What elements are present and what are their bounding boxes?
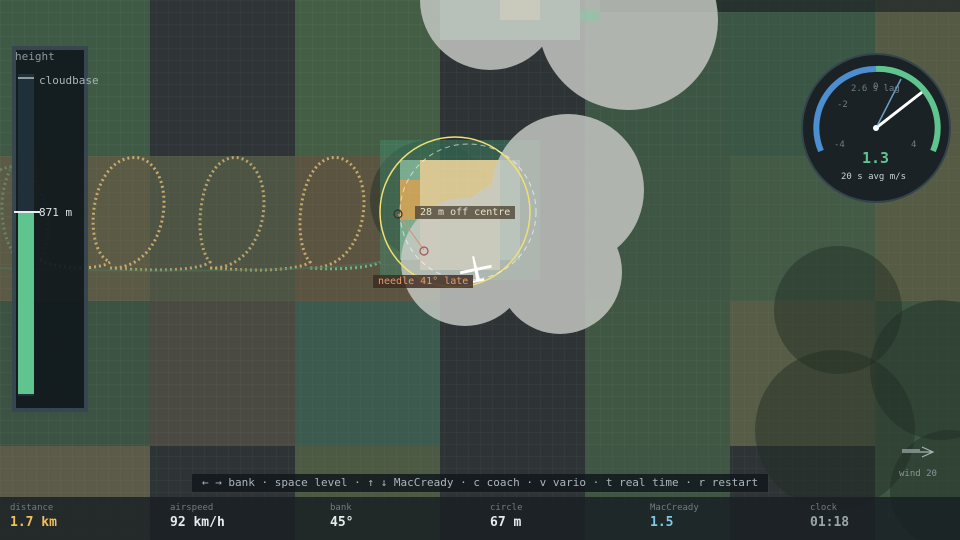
height-value: 871 m	[39, 206, 73, 219]
vario-value: 1.3	[862, 149, 889, 167]
stat-value: 92 km/h	[170, 515, 225, 530]
stat-label: circle	[490, 503, 523, 513]
vario-tick-minus2: -2	[837, 100, 848, 110]
controls-hint: ← → bank · space level · ↑ ↓ MacCready ·…	[192, 474, 768, 492]
height-bar-fill	[18, 212, 34, 394]
status-bar: distance 1.7 km airspeed 92 km/h bank 45…	[0, 497, 960, 540]
variometer-gauge: 0 -2 -4 4 2.6 s lag 1.3 20 s avg m/s	[801, 53, 951, 203]
vario-tick-plus4: 4	[911, 140, 916, 150]
stat-label: clock	[810, 503, 838, 513]
stat-value: 1.5	[650, 515, 674, 530]
vario-avg: 20 s avg m/s	[841, 172, 906, 182]
stat-distance: distance 1.7 km	[10, 503, 57, 530]
stat-value: 45°	[330, 515, 354, 530]
wind-label: wind 20	[899, 469, 937, 479]
cloudbase-label: cloudbase	[39, 74, 99, 87]
stat-circle: circle 67 m	[490, 503, 523, 530]
height-gauge	[12, 46, 88, 412]
stat-value: 1.7 km	[10, 515, 57, 530]
height-title: height	[15, 50, 55, 63]
stat-label: airspeed	[170, 503, 214, 513]
stat-label: distance	[10, 503, 54, 513]
stat-value: 67 m	[490, 515, 522, 530]
cloudbase-marker	[18, 77, 34, 79]
stat-value: 01:18	[810, 515, 850, 530]
off-centre-label: 28 m off centre	[415, 206, 516, 219]
stat-label: bank	[330, 503, 352, 513]
vario-tick-minus4: -4	[834, 140, 845, 150]
wind-arrow-icon	[902, 446, 935, 458]
stat-airspeed: airspeed 92 km/h	[170, 503, 225, 530]
needle-late-label: needle 41° late	[373, 275, 474, 288]
stat-clock: clock 01:18	[810, 503, 849, 530]
vario-lag: 2.6 s lag	[851, 84, 900, 94]
stat-label: MacCready	[650, 503, 699, 513]
height-marker	[14, 211, 40, 213]
stat-maccready: MacCready 1.5	[650, 503, 699, 530]
stat-bank: bank 45°	[330, 503, 353, 530]
